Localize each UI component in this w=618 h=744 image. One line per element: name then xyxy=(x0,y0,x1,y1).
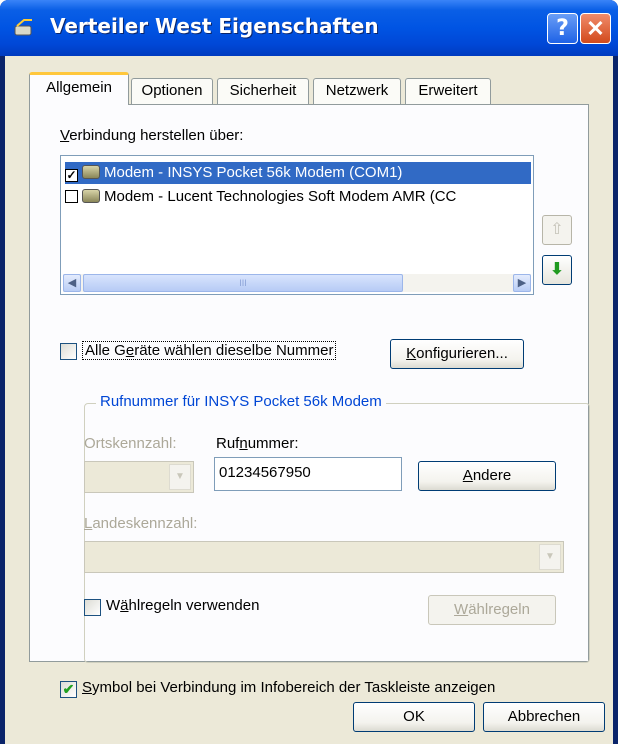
help-button[interactable]: ? xyxy=(547,13,578,44)
country-code-label: Landeskennzahl: xyxy=(84,515,198,532)
tab-sicherheit[interactable]: Sicherheit xyxy=(217,78,309,104)
device-1-label: Modem - INSYS Pocket 56k Modem (COM1) xyxy=(104,164,403,181)
ok-button[interactable]: OK xyxy=(353,702,475,732)
same-number-label[interactable]: Alle Geräte wählen dieselbe Nummer xyxy=(82,341,337,360)
chevron-down-icon: ▼ xyxy=(169,464,191,490)
tab-netzwerk[interactable]: Netzwerk xyxy=(313,78,401,104)
title-bar[interactable]: Verteiler West Eigenschaften ? ✕ xyxy=(0,0,618,56)
close-button[interactable]: ✕ xyxy=(580,13,611,44)
show-icon-label: Symbol bei Verbindung im Infobereich der… xyxy=(82,679,496,696)
connect-via-label: Verbindung herstellen über: xyxy=(60,127,244,144)
scroll-left-icon[interactable]: ◀ xyxy=(63,274,81,292)
device-2-label: Modem - Lucent Technologies Soft Modem A… xyxy=(104,188,457,205)
tab-panel-allgemein: Verbindung herstellen über: ✓ Modem - INS… xyxy=(29,104,590,698)
dialing-rules-checkbox[interactable] xyxy=(84,599,101,616)
scroll-right-icon[interactable]: ▶ xyxy=(513,274,531,292)
tab-erweitert[interactable]: Erweitert xyxy=(405,78,491,104)
horizontal-scrollbar[interactable]: ◀ III ▶ xyxy=(63,274,531,292)
scrollbar-thumb[interactable]: III xyxy=(83,274,403,292)
show-icon-checkbox[interactable]: ✔ xyxy=(60,681,77,698)
dialog-window: Verteiler West Eigenschaften ? ✕ Allgeme… xyxy=(0,0,618,744)
dialing-rules-button: Wählregeln xyxy=(428,595,556,625)
dial-up-connection-icon xyxy=(14,19,32,36)
device-1-checkbox[interactable]: ✓ xyxy=(65,169,78,182)
tab-allgemein[interactable]: Allgemein xyxy=(29,72,129,105)
move-down-button[interactable]: ⬇ xyxy=(542,255,572,285)
device-2-checkbox[interactable] xyxy=(65,190,78,203)
dialog-client-area: Allgemein Optionen Sicherheit Netzwerk E… xyxy=(5,56,613,744)
dialing-rules-label: Wählregeln verwenden xyxy=(106,597,260,614)
area-code-label: Ortskennzahl: xyxy=(84,435,177,452)
window-title: Verteiler West Eigenschaften xyxy=(50,14,379,38)
tab-optionen[interactable]: Optionen xyxy=(131,78,213,104)
phone-number-input[interactable]: 01234567950 xyxy=(214,457,402,491)
phone-number-label: Rufnummer: xyxy=(216,435,299,452)
modem-icon xyxy=(82,189,100,203)
move-up-button[interactable]: ⇧ xyxy=(542,215,572,245)
list-item-device-2[interactable]: Modem - Lucent Technologies Soft Modem A… xyxy=(65,186,531,208)
cancel-button[interactable]: Abbrechen xyxy=(483,702,605,732)
country-code-select: ▼ xyxy=(84,541,564,573)
area-code-select: ▼ xyxy=(84,461,194,493)
other-button[interactable]: Andere xyxy=(418,461,556,491)
list-item-device-1[interactable]: ✓ Modem - INSYS Pocket 56k Modem (COM1) xyxy=(65,162,531,184)
same-number-checkbox[interactable] xyxy=(60,343,77,360)
configure-button[interactable]: Konfigurieren... xyxy=(390,339,524,369)
phone-group-title: Rufnummer für INSYS Pocket 56k Modem xyxy=(96,393,386,410)
device-list[interactable]: ✓ Modem - INSYS Pocket 56k Modem (COM1) M… xyxy=(60,155,534,295)
modem-icon xyxy=(82,165,100,179)
chevron-down-icon: ▼ xyxy=(539,544,561,570)
